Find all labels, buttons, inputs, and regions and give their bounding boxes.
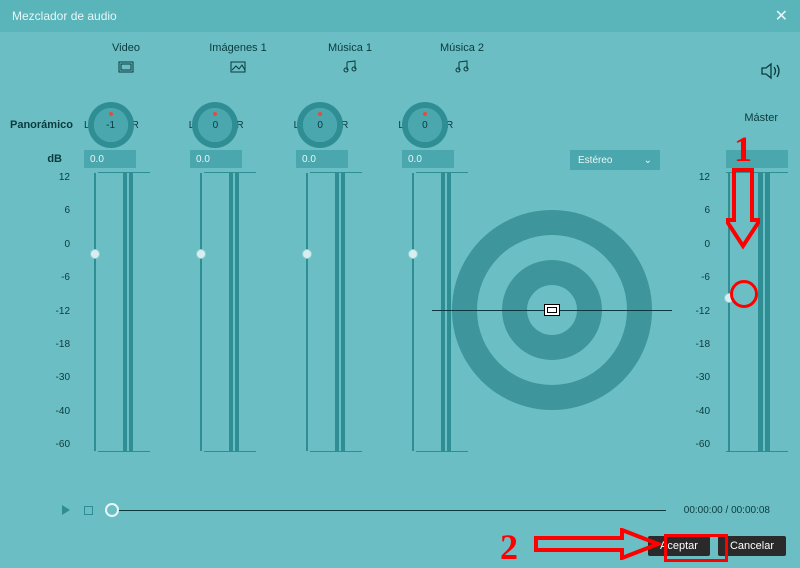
cancel-button[interactable]: Cancelar: [718, 536, 786, 556]
db-value-music1[interactable]: 0.0: [296, 150, 348, 168]
surround-puck[interactable]: [544, 304, 560, 316]
fader-handle[interactable]: [302, 249, 312, 259]
channel-header-music2: Música 2: [432, 42, 492, 74]
image-icon: [208, 60, 268, 74]
db-value-video[interactable]: 0.0: [84, 150, 136, 168]
chevron-down-icon: ⌄: [644, 155, 652, 166]
db-scale-left: 1260-6-12-18-30-40-60: [40, 172, 70, 450]
fader-handle[interactable]: [196, 249, 206, 259]
channel-label: Música 2: [432, 42, 492, 54]
channel-label: Imágenes 1: [208, 42, 268, 54]
channel-header-video: Video: [96, 42, 156, 74]
close-icon[interactable]: ✕: [775, 6, 788, 26]
pan-video[interactable]: L-1R: [84, 108, 139, 142]
stop-button[interactable]: [82, 504, 94, 516]
db-value-images[interactable]: 0.0: [190, 150, 242, 168]
pan-music2[interactable]: L0R: [398, 108, 453, 142]
db-scale-right: 1260-6-12-18-30-40-60: [680, 172, 710, 450]
music-icon: [432, 60, 492, 74]
fader-handle[interactable]: [90, 249, 100, 259]
pan-label: Panorámico: [10, 119, 84, 131]
play-button[interactable]: [60, 504, 72, 516]
pan-music1[interactable]: L0R: [294, 108, 349, 142]
pan-knob[interactable]: 0: [408, 108, 442, 142]
fader-video[interactable]: [98, 172, 150, 452]
fader-handle[interactable]: [724, 293, 734, 303]
surround-panner[interactable]: [452, 210, 652, 410]
channel-header-music1: Música 1: [320, 42, 380, 74]
video-icon: [96, 60, 156, 74]
master-label: Máster: [744, 112, 778, 124]
titlebar: Mezclador de audio ✕: [0, 0, 800, 32]
fader-handle[interactable]: [408, 249, 418, 259]
channel-label: Video: [96, 42, 156, 54]
output-mode-label: Estéreo: [578, 155, 612, 166]
pan-images[interactable]: L0R: [189, 108, 244, 142]
music-icon: [320, 60, 380, 74]
annotation-2: 2: [500, 526, 518, 568]
seek-bar[interactable]: [112, 510, 666, 511]
pan-knob[interactable]: 0: [198, 108, 232, 142]
seek-handle[interactable]: [105, 503, 119, 517]
fader-images[interactable]: [204, 172, 256, 452]
annotation-arrow-right-icon: [532, 528, 662, 560]
db-label: dB: [10, 153, 84, 165]
accept-button[interactable]: Aceptar: [648, 536, 710, 556]
pan-knob[interactable]: 0: [303, 108, 337, 142]
fader-music1[interactable]: [310, 172, 362, 452]
channel-header-images: Imágenes 1: [208, 42, 268, 74]
output-mode-select[interactable]: Estéreo ⌄: [570, 150, 660, 170]
time-display: 00:00:00 / 00:00:08: [684, 505, 770, 516]
channel-label: Música 1: [320, 42, 380, 54]
pan-knob[interactable]: -1: [94, 108, 128, 142]
window-title: Mezclador de audio: [12, 9, 117, 23]
db-value-master[interactable]: [726, 150, 788, 168]
db-value-music2[interactable]: 0.0: [402, 150, 454, 168]
speaker-icon[interactable]: [760, 62, 782, 85]
fader-master[interactable]: [726, 172, 788, 452]
